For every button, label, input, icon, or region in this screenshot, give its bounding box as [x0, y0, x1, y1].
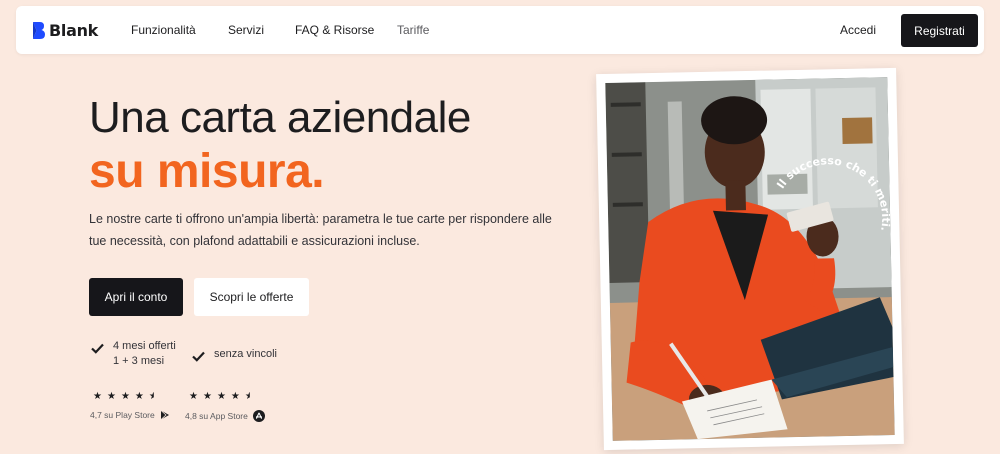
star-rating: ★ ★ ★ ★ ★	[93, 392, 170, 402]
woman-with-card-illustration: Il successo che ti meriti.	[605, 77, 895, 441]
rating-label: 4,7 su Play Store	[90, 410, 155, 420]
hero-photo: Il successo che ti meriti.	[605, 77, 895, 441]
hero-title: Una carta aziendale	[89, 93, 471, 142]
star-icon: ★	[202, 391, 212, 402]
hero-photo-card: Il successo che ti meriti.	[596, 67, 904, 451]
half-star-icon: ★	[148, 391, 158, 402]
star-icon: ★	[216, 391, 226, 402]
brand-logo[interactable]: Blank	[33, 20, 99, 40]
discover-offers-button[interactable]: Scopri le offerte	[194, 278, 309, 316]
perk-line-1: 4 mesi offerti	[113, 340, 176, 352]
star-icon: ★	[93, 391, 102, 402]
star-icon: ★	[106, 391, 116, 402]
nav-link-tariffe[interactable]: Tariffe	[397, 23, 429, 37]
perk-line-2: 1 + 3 mesi	[113, 355, 165, 367]
star-icon: ★	[230, 391, 240, 402]
star-rating: ★ ★ ★ ★ ★	[189, 392, 265, 402]
checkmark-icon	[192, 347, 205, 367]
perk-free-months: 4 mesi offerti 1 + 3 mesi	[91, 339, 176, 369]
top-navbar: Blank Funzionalità Servizi FAQ & Risorse…	[16, 6, 984, 54]
login-link[interactable]: Accedi	[840, 23, 876, 37]
brand-name: Blank	[49, 20, 99, 40]
open-account-button[interactable]: Apri il conto	[89, 278, 183, 316]
hero-description: Le nostre carte ti offrono un'ampia libe…	[89, 212, 552, 248]
perk-line-1: senza vincoli	[214, 348, 277, 360]
star-icon: ★	[134, 391, 144, 402]
star-icon: ★	[120, 391, 130, 402]
nav-link-funzionalita[interactable]: Funzionalità	[131, 23, 196, 37]
checkmark-icon	[91, 339, 104, 359]
rating-app-store: ★ ★ ★ ★ ★ 4,8 su App Store	[185, 392, 265, 422]
nav-link-faq-risorse[interactable]: FAQ & Risorse	[295, 23, 374, 37]
play-store-icon[interactable]	[160, 410, 170, 420]
register-button[interactable]: Registrati	[901, 14, 978, 47]
star-icon: ★	[189, 391, 198, 402]
hero-title-accent: su misura.	[89, 145, 325, 198]
rating-play-store: ★ ★ ★ ★ ★ 4,7 su Play Store	[90, 392, 170, 420]
perk-no-commitment: senza vincoli	[192, 347, 277, 367]
blank-logo-icon	[33, 21, 46, 39]
nav-link-servizi[interactable]: Servizi	[228, 23, 264, 37]
app-store-icon[interactable]	[252, 410, 265, 422]
half-star-icon: ★	[244, 391, 254, 402]
rating-label: 4,8 su App Store	[185, 411, 248, 421]
